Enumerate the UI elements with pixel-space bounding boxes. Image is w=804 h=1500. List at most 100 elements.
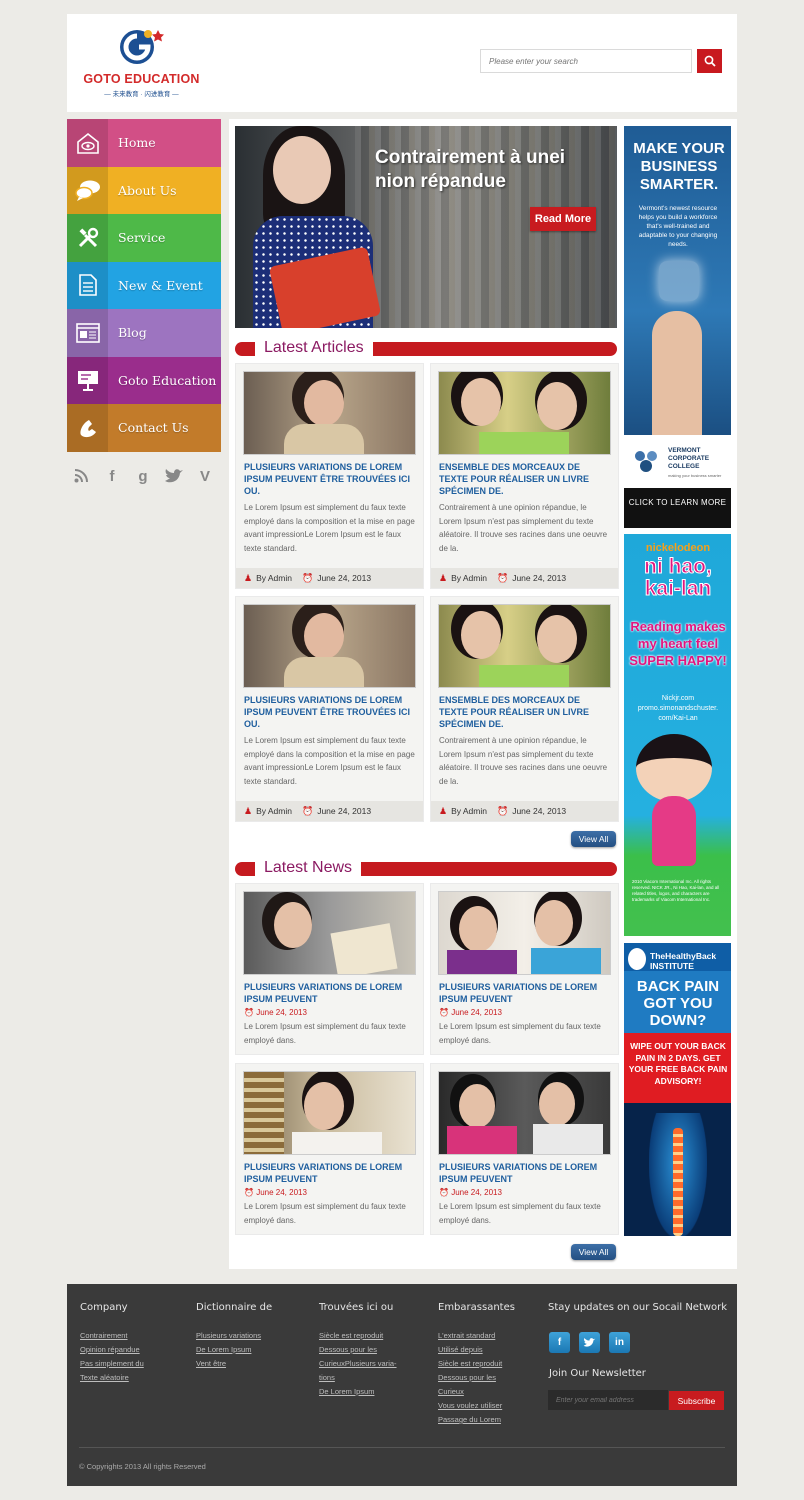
- article-image[interactable]: [438, 371, 611, 455]
- section-title: Latest News: [255, 857, 362, 879]
- footer-link[interactable]: Vous voulez utiliser: [438, 1399, 515, 1413]
- rss-icon[interactable]: [70, 465, 92, 487]
- footer-link[interactable]: Opinion répandue: [80, 1343, 144, 1357]
- latest-news-heading: Latest News: [235, 857, 617, 879]
- news-image[interactable]: [243, 1071, 416, 1155]
- vimeo-icon[interactable]: V: [194, 465, 216, 487]
- article-image[interactable]: [243, 371, 416, 455]
- clock-icon: ⏰: [244, 1008, 254, 1017]
- vermont-ad-banner[interactable]: MAKE YOUR BUSINESS SMARTER. Vermont's ne…: [624, 126, 731, 435]
- subscribe-button[interactable]: Subscribe: [669, 1391, 724, 1410]
- footer-link[interactable]: Passage du Lorem: [438, 1413, 515, 1427]
- twitter-icon[interactable]: [163, 465, 185, 487]
- footer-link[interactable]: Texte aléatoire: [80, 1371, 144, 1385]
- facebook-icon[interactable]: f: [101, 465, 123, 487]
- footer-link[interactable]: Vent être: [196, 1357, 272, 1371]
- article-card[interactable]: PLUSIEURS VARIATIONS DE LOREM IPSUM PEUV…: [235, 363, 424, 589]
- news-card[interactable]: PLUSIEURS VARIATIONS DE LOREM IPSUM PEUV…: [430, 1063, 619, 1235]
- news-title[interactable]: PLUSIEURS VARIATIONS DE LOREM IPSUM PEUV…: [244, 981, 416, 1005]
- clock-icon: ⏰: [301, 572, 314, 583]
- articles-view-all-button[interactable]: View All: [571, 831, 616, 847]
- newsletter-email-input[interactable]: [548, 1390, 668, 1410]
- nav-item-service[interactable]: Service: [67, 214, 221, 262]
- google-icon[interactable]: g: [132, 465, 154, 487]
- footer-link[interactable]: L'extrait standard: [438, 1329, 515, 1343]
- user-icon: ♟: [244, 572, 253, 583]
- news-view-all-button[interactable]: View All: [571, 1244, 616, 1260]
- article-title[interactable]: PLUSIEURS VARIATIONS DE LOREM IPSUM PEUV…: [244, 694, 416, 730]
- ad-brand: TheHealthyBack INSTITUTE: [650, 951, 717, 971]
- linkedin-icon[interactable]: in: [609, 1332, 630, 1353]
- clock-icon: ⏰: [301, 805, 314, 816]
- news-excerpt: Le Lorem Ipsum est simplement du faux te…: [244, 1022, 406, 1045]
- ad-offer: WIPE OUT YOUR BACK PAIN IN 2 DAYS. GET Y…: [628, 1041, 728, 1086]
- news-title[interactable]: PLUSIEURS VARIATIONS DE LOREM IPSUM PEUV…: [439, 981, 611, 1005]
- ad-body: Vermont's newest resource helps you buil…: [638, 205, 718, 248]
- news-card[interactable]: PLUSIEURS VARIATIONS DE LOREM IPSUM PEUV…: [235, 1063, 424, 1235]
- news-image[interactable]: [438, 1071, 611, 1155]
- footer-link[interactable]: Pas simplement du: [80, 1357, 144, 1371]
- nav-item-home[interactable]: Home: [67, 119, 221, 167]
- nav-item-new-event[interactable]: New & Event: [67, 261, 221, 309]
- ad-headline: MAKE YOUR BUSINESS SMARTER.: [633, 140, 725, 193]
- footer-link[interactable]: Siècle est reproduit: [319, 1329, 397, 1343]
- search-button[interactable]: [697, 49, 722, 73]
- nav-item-blog[interactable]: Blog: [67, 309, 221, 357]
- read-more-button[interactable]: Read More: [530, 207, 596, 231]
- healthyback-ad-banner[interactable]: TheHealthyBack INSTITUTE BACK PAIN GOT Y…: [624, 943, 731, 1236]
- nav-label: Blog: [118, 325, 147, 341]
- article-image[interactable]: [243, 604, 416, 688]
- news-image[interactable]: [438, 891, 611, 975]
- copyright-text: © Copyrights 2013 All rights Reserved: [79, 1462, 206, 1471]
- document-icon: [67, 261, 108, 309]
- article-card[interactable]: ENSEMBLE DES MORCEAUX DE TEXTE POUR RÉAL…: [430, 363, 619, 589]
- footer-link[interactable]: Dessous pour les: [319, 1343, 397, 1357]
- article-meta: ♟ By Admin ⏰ June 24, 2013: [236, 801, 423, 821]
- nav-item-about-us[interactable]: About Us: [67, 166, 221, 214]
- news-card[interactable]: PLUSIEURS VARIATIONS DE LOREM IPSUM PEUV…: [430, 883, 619, 1055]
- logo-text: GOTO EDUCATION: [83, 72, 200, 86]
- footer-link[interactable]: Plusieurs variations: [196, 1329, 272, 1343]
- twitter-icon[interactable]: [579, 1332, 600, 1353]
- vermont-tagline: making your business smarter: [668, 473, 722, 478]
- site-logo[interactable]: GOTO EDUCATION — 未来教育 · 闪进教育 —: [79, 24, 204, 104]
- tools-icon: [67, 214, 108, 262]
- footer-column: Trouvées ici ou Siècle est reproduit Des…: [319, 1302, 397, 1399]
- footer-column-title: Trouvées ici ou: [319, 1302, 394, 1313]
- nav-item-goto-education[interactable]: Goto Education: [67, 356, 221, 404]
- article-title[interactable]: PLUSIEURS VARIATIONS DE LOREM IPSUM PEUV…: [244, 461, 416, 497]
- news-title[interactable]: PLUSIEURS VARIATIONS DE LOREM IPSUM PEUV…: [244, 1161, 416, 1185]
- news-title[interactable]: PLUSIEURS VARIATIONS DE LOREM IPSUM PEUV…: [439, 1161, 611, 1185]
- footer-link[interactable]: Utilisé depuis: [438, 1343, 515, 1357]
- footer-link[interactable]: Siècle est reproduit: [438, 1357, 515, 1371]
- vermont-brand-block[interactable]: VERMONT CORPORATE COLLEGE making your bu…: [624, 441, 731, 483]
- article-title[interactable]: ENSEMBLE DES MORCEAUX DE TEXTE POUR RÉAL…: [439, 461, 611, 497]
- footer-link[interactable]: Curieux: [438, 1385, 515, 1399]
- footer-link[interactable]: tions: [319, 1371, 397, 1385]
- news-excerpt: Le Lorem Ipsum est simplement du faux te…: [439, 1022, 601, 1045]
- ad-url: Nickjr.com promo.simonandschuster. com/K…: [637, 695, 719, 722]
- article-title[interactable]: ENSEMBLE DES MORCEAUX DE TEXTE POUR RÉAL…: [439, 694, 611, 730]
- user-icon: ♟: [439, 805, 448, 816]
- news-card[interactable]: PLUSIEURS VARIATIONS DE LOREM IPSUM PEUV…: [235, 883, 424, 1055]
- news-excerpt: Le Lorem Ipsum est simplement du faux te…: [244, 1202, 406, 1225]
- footer-link[interactable]: De Lorem Ipsum: [196, 1343, 272, 1357]
- kailan-ad-banner[interactable]: nickelodeon ni hao, kai-lan Reading make…: [624, 534, 731, 936]
- news-image[interactable]: [243, 891, 416, 975]
- facebook-icon[interactable]: f: [549, 1332, 570, 1353]
- article-card[interactable]: PLUSIEURS VARIATIONS DE LOREM IPSUM PEUV…: [235, 596, 424, 822]
- footer-link[interactable]: De Lorem Ipsum: [319, 1385, 397, 1399]
- nav-label: Goto Education: [118, 372, 217, 388]
- ad-headline: BACK PAIN GOT YOU DOWN?: [636, 978, 720, 1029]
- article-card[interactable]: ENSEMBLE DES MORCEAUX DE TEXTE POUR RÉAL…: [430, 596, 619, 822]
- news-excerpt: Le Lorem Ipsum est simplement du faux te…: [439, 1202, 601, 1225]
- article-image[interactable]: [438, 604, 611, 688]
- footer-link[interactable]: Dessous pour les: [438, 1371, 515, 1385]
- learn-more-button[interactable]: CLICK TO LEARN MORE: [624, 488, 731, 528]
- search-input[interactable]: [480, 49, 692, 73]
- footer-link[interactable]: CurieuxPlusieurs varia-: [319, 1357, 397, 1371]
- presentation-board-icon: [67, 356, 108, 404]
- social-links: f g V: [70, 465, 220, 487]
- footer-link[interactable]: Contrairement: [80, 1329, 144, 1343]
- nav-item-contact-us[interactable]: Contact Us: [67, 404, 221, 452]
